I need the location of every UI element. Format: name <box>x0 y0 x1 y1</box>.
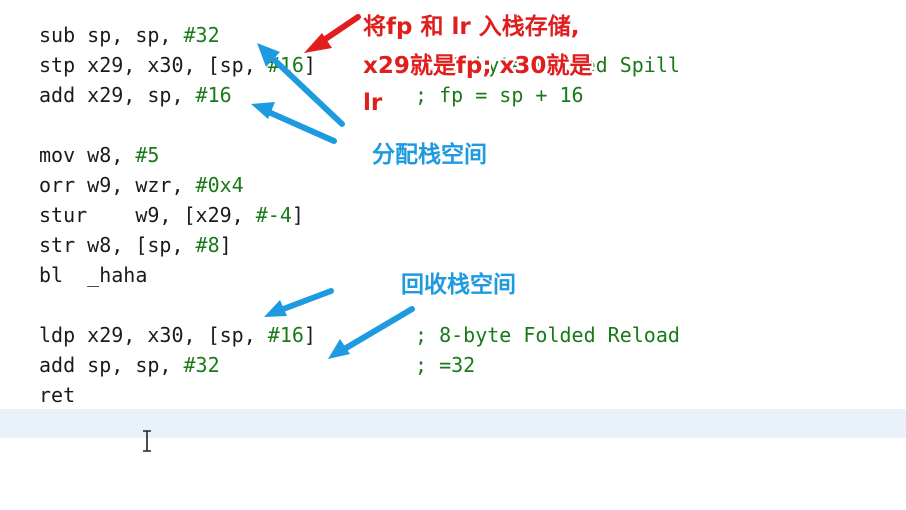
immediate-value: #32 <box>183 23 220 47</box>
code-line[interactable] <box>0 290 906 320</box>
code-line[interactable]: orr w9, wzr, #0x4 <box>0 170 906 200</box>
immediate-value: #-4 <box>255 203 292 227</box>
code-text: bl _haha <box>39 263 148 287</box>
code-comment: ; =32 <box>415 353 476 377</box>
code-text: str w8, [sp, #8] <box>39 233 232 257</box>
code-editor[interactable]: sub sp, sp, #32 stp x29, x30, [sp, #16] ; … <box>0 0 906 510</box>
immediate-value: #16 <box>267 53 304 77</box>
code-line[interactable]: ldp x29, x30, [sp, #16] ; 8-byte Folded R… <box>0 320 906 350</box>
code-text: mov w8, #5 <box>39 143 160 167</box>
code-comment: ; 16-byte Folded Spill <box>415 53 680 77</box>
code-text: ret <box>39 383 76 407</box>
immediate-value: #16 <box>267 323 304 347</box>
code-line[interactable]: stp x29, x30, [sp, #16] ; 16-byte Folded … <box>0 50 906 80</box>
code-line[interactable]: sub sp, sp, #32 <box>0 20 906 50</box>
code-text: ldp x29, x30, [sp, #16] <box>39 323 316 347</box>
immediate-value: #0x4 <box>195 173 244 197</box>
code-comment: ; fp = sp + 16 <box>415 83 584 107</box>
code-text: orr w9, wzr, #0x4 <box>39 173 244 197</box>
code-line[interactable]: str w8, [sp, #8] <box>0 230 906 260</box>
code-line[interactable]: stur w9, [x29, #-4] <box>0 200 906 230</box>
immediate-value: #5 <box>135 143 160 167</box>
code-text: stur w9, [x29, #-4] <box>39 203 304 227</box>
text-cursor-icon <box>143 430 151 452</box>
code-text: stp x29, x30, [sp, #16] <box>39 53 316 77</box>
code-text: sub sp, sp, #32 <box>39 23 220 47</box>
code-line[interactable]: add sp, sp, #32 ; =32 <box>0 350 906 380</box>
code-comment: ; 8-byte Folded Reload <box>415 323 680 347</box>
immediate-value: #8 <box>195 233 220 257</box>
code-line[interactable]: mov w8, #5 <box>0 140 906 170</box>
current-line-highlight <box>0 409 906 438</box>
immediate-value: #32 <box>183 353 220 377</box>
code-line[interactable]: add x29, sp, #16 ; fp = sp + 16 <box>0 80 906 110</box>
code-text: add x29, sp, #16 <box>39 83 232 107</box>
code-line[interactable]: ret <box>0 380 906 410</box>
immediate-value: #16 <box>195 83 232 107</box>
code-line[interactable]: bl _haha <box>0 260 906 290</box>
code-text: add sp, sp, #32 <box>39 353 220 377</box>
code-line[interactable] <box>0 110 906 140</box>
